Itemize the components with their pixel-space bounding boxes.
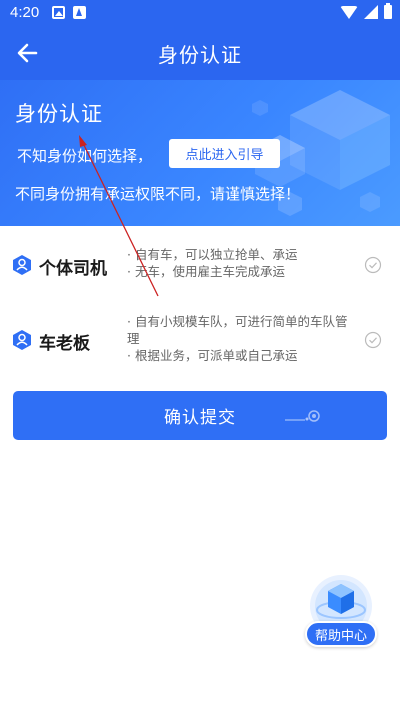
- nav-bar: 身份认证: [0, 26, 400, 80]
- role-option-driver[interactable]: 个体司机 · 自有车，可以独立抢单、承运 · 无车，使用雇主车完成承运: [0, 240, 400, 290]
- role-description: · 自有车，可以独立抢单、承运 · 无车，使用雇主车完成承运: [127, 246, 355, 280]
- banner-note: 不同身份拥有承运权限不同，请谨慎选择！: [15, 185, 301, 203]
- submit-button[interactable]: 确认提交: [13, 391, 387, 440]
- banner-title: 身份认证: [15, 102, 103, 126]
- wifi-icon: [340, 5, 358, 19]
- boss-user-icon: [13, 330, 31, 350]
- role-option-boss[interactable]: 车老板 · 自有小规模车队，可进行简单的车队管理 · 根据业务，可派单或自己承运: [0, 310, 400, 372]
- role-desc-line: · 自有小规模车队，可进行简单的车队管理: [127, 314, 348, 346]
- banner-question: 不知身份如何选择，: [17, 147, 153, 165]
- cell-signal-icon: [364, 5, 378, 19]
- guide-button[interactable]: 点此进入引导: [169, 139, 280, 168]
- role-desc-line: · 根据业务，可派单或自己承运: [127, 348, 298, 363]
- help-center-button[interactable]: 帮助中心: [302, 574, 380, 648]
- role-name: 车老板: [39, 334, 90, 354]
- battery-icon: [384, 3, 392, 19]
- gallery-notification-icon: [52, 6, 65, 19]
- app-notification-icon: [73, 6, 86, 19]
- identity-banner: 身份认证 不知身份如何选择， 点此进入引导 不同身份拥有承运权限不同，请谨慎选择…: [0, 80, 400, 226]
- system-icons: [340, 3, 392, 19]
- check-circle-icon[interactable]: [364, 331, 382, 349]
- help-center-label: 帮助中心: [305, 621, 377, 647]
- notification-icons: [52, 6, 86, 19]
- role-name: 个体司机: [39, 259, 107, 279]
- submit-label: 确认提交: [164, 408, 236, 428]
- role-desc-line: · 自有车，可以独立抢单、承运: [127, 247, 298, 262]
- status-bar: 4:20: [0, 0, 400, 26]
- role-desc-line: · 无车，使用雇主车完成承运: [127, 264, 285, 279]
- check-circle-icon[interactable]: [364, 256, 382, 274]
- role-description: · 自有小规模车队，可进行简单的车队管理 · 根据业务，可派单或自己承运: [127, 313, 355, 364]
- driver-user-icon: [13, 255, 31, 275]
- submit-decoration-icon: [285, 410, 320, 422]
- page-title: 身份认证: [158, 43, 242, 67]
- status-time: 4:20: [10, 4, 40, 21]
